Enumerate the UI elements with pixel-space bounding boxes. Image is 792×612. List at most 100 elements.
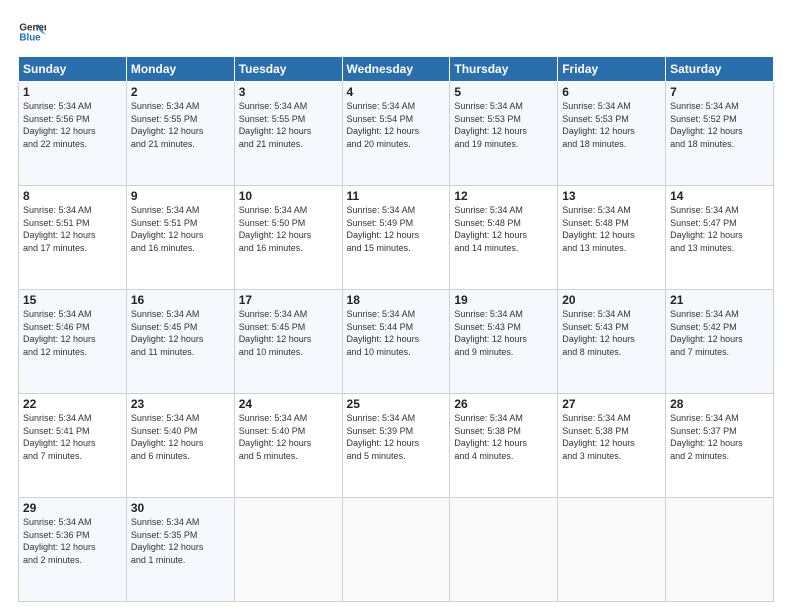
day-number: 28 bbox=[670, 397, 769, 411]
calendar-cell: 27Sunrise: 5:34 AM Sunset: 5:38 PM Dayli… bbox=[558, 394, 666, 498]
day-info: Sunrise: 5:34 AM Sunset: 5:56 PM Dayligh… bbox=[23, 100, 122, 150]
day-info: Sunrise: 5:34 AM Sunset: 5:49 PM Dayligh… bbox=[347, 204, 446, 254]
calendar-cell: 10Sunrise: 5:34 AM Sunset: 5:50 PM Dayli… bbox=[234, 186, 342, 290]
calendar-cell: 30Sunrise: 5:34 AM Sunset: 5:35 PM Dayli… bbox=[126, 498, 234, 602]
day-info: Sunrise: 5:34 AM Sunset: 5:45 PM Dayligh… bbox=[131, 308, 230, 358]
calendar-cell: 5Sunrise: 5:34 AM Sunset: 5:53 PM Daylig… bbox=[450, 82, 558, 186]
calendar-page: General Blue SundayMondayTuesdayWednesda… bbox=[0, 0, 792, 612]
day-info: Sunrise: 5:34 AM Sunset: 5:48 PM Dayligh… bbox=[454, 204, 553, 254]
day-number: 22 bbox=[23, 397, 122, 411]
calendar-cell bbox=[558, 498, 666, 602]
day-info: Sunrise: 5:34 AM Sunset: 5:52 PM Dayligh… bbox=[670, 100, 769, 150]
day-info: Sunrise: 5:34 AM Sunset: 5:36 PM Dayligh… bbox=[23, 516, 122, 566]
calendar-week-row: 8Sunrise: 5:34 AM Sunset: 5:51 PM Daylig… bbox=[19, 186, 774, 290]
calendar-cell bbox=[450, 498, 558, 602]
calendar-cell: 24Sunrise: 5:34 AM Sunset: 5:40 PM Dayli… bbox=[234, 394, 342, 498]
day-info: Sunrise: 5:34 AM Sunset: 5:35 PM Dayligh… bbox=[131, 516, 230, 566]
weekday-header-monday: Monday bbox=[126, 57, 234, 82]
day-info: Sunrise: 5:34 AM Sunset: 5:54 PM Dayligh… bbox=[347, 100, 446, 150]
calendar-cell: 6Sunrise: 5:34 AM Sunset: 5:53 PM Daylig… bbox=[558, 82, 666, 186]
day-info: Sunrise: 5:34 AM Sunset: 5:51 PM Dayligh… bbox=[131, 204, 230, 254]
day-number: 19 bbox=[454, 293, 553, 307]
calendar-cell: 28Sunrise: 5:34 AM Sunset: 5:37 PM Dayli… bbox=[666, 394, 774, 498]
calendar-cell: 21Sunrise: 5:34 AM Sunset: 5:42 PM Dayli… bbox=[666, 290, 774, 394]
weekday-header-sunday: Sunday bbox=[19, 57, 127, 82]
calendar-cell: 8Sunrise: 5:34 AM Sunset: 5:51 PM Daylig… bbox=[19, 186, 127, 290]
calendar-cell: 16Sunrise: 5:34 AM Sunset: 5:45 PM Dayli… bbox=[126, 290, 234, 394]
calendar-cell: 23Sunrise: 5:34 AM Sunset: 5:40 PM Dayli… bbox=[126, 394, 234, 498]
day-info: Sunrise: 5:34 AM Sunset: 5:55 PM Dayligh… bbox=[131, 100, 230, 150]
calendar-cell bbox=[666, 498, 774, 602]
day-number: 23 bbox=[131, 397, 230, 411]
day-info: Sunrise: 5:34 AM Sunset: 5:55 PM Dayligh… bbox=[239, 100, 338, 150]
calendar-week-row: 29Sunrise: 5:34 AM Sunset: 5:36 PM Dayli… bbox=[19, 498, 774, 602]
day-info: Sunrise: 5:34 AM Sunset: 5:38 PM Dayligh… bbox=[562, 412, 661, 462]
calendar-week-row: 15Sunrise: 5:34 AM Sunset: 5:46 PM Dayli… bbox=[19, 290, 774, 394]
day-number: 6 bbox=[562, 85, 661, 99]
calendar-cell: 2Sunrise: 5:34 AM Sunset: 5:55 PM Daylig… bbox=[126, 82, 234, 186]
calendar-cell bbox=[342, 498, 450, 602]
calendar-cell: 15Sunrise: 5:34 AM Sunset: 5:46 PM Dayli… bbox=[19, 290, 127, 394]
calendar-week-row: 22Sunrise: 5:34 AM Sunset: 5:41 PM Dayli… bbox=[19, 394, 774, 498]
day-number: 7 bbox=[670, 85, 769, 99]
calendar-cell: 4Sunrise: 5:34 AM Sunset: 5:54 PM Daylig… bbox=[342, 82, 450, 186]
calendar-week-row: 1Sunrise: 5:34 AM Sunset: 5:56 PM Daylig… bbox=[19, 82, 774, 186]
day-number: 14 bbox=[670, 189, 769, 203]
calendar-cell: 13Sunrise: 5:34 AM Sunset: 5:48 PM Dayli… bbox=[558, 186, 666, 290]
weekday-header-tuesday: Tuesday bbox=[234, 57, 342, 82]
day-number: 24 bbox=[239, 397, 338, 411]
calendar-cell: 25Sunrise: 5:34 AM Sunset: 5:39 PM Dayli… bbox=[342, 394, 450, 498]
day-info: Sunrise: 5:34 AM Sunset: 5:53 PM Dayligh… bbox=[454, 100, 553, 150]
day-info: Sunrise: 5:34 AM Sunset: 5:41 PM Dayligh… bbox=[23, 412, 122, 462]
day-number: 1 bbox=[23, 85, 122, 99]
day-number: 5 bbox=[454, 85, 553, 99]
day-number: 8 bbox=[23, 189, 122, 203]
calendar-cell: 9Sunrise: 5:34 AM Sunset: 5:51 PM Daylig… bbox=[126, 186, 234, 290]
calendar-cell: 26Sunrise: 5:34 AM Sunset: 5:38 PM Dayli… bbox=[450, 394, 558, 498]
day-info: Sunrise: 5:34 AM Sunset: 5:48 PM Dayligh… bbox=[562, 204, 661, 254]
day-info: Sunrise: 5:34 AM Sunset: 5:47 PM Dayligh… bbox=[670, 204, 769, 254]
day-number: 2 bbox=[131, 85, 230, 99]
day-number: 15 bbox=[23, 293, 122, 307]
day-info: Sunrise: 5:34 AM Sunset: 5:39 PM Dayligh… bbox=[347, 412, 446, 462]
weekday-header-thursday: Thursday bbox=[450, 57, 558, 82]
calendar-cell: 20Sunrise: 5:34 AM Sunset: 5:43 PM Dayli… bbox=[558, 290, 666, 394]
day-number: 9 bbox=[131, 189, 230, 203]
weekday-header-friday: Friday bbox=[558, 57, 666, 82]
day-number: 29 bbox=[23, 501, 122, 515]
day-number: 21 bbox=[670, 293, 769, 307]
day-number: 20 bbox=[562, 293, 661, 307]
day-number: 11 bbox=[347, 189, 446, 203]
day-info: Sunrise: 5:34 AM Sunset: 5:51 PM Dayligh… bbox=[23, 204, 122, 254]
calendar-cell: 3Sunrise: 5:34 AM Sunset: 5:55 PM Daylig… bbox=[234, 82, 342, 186]
calendar-cell: 29Sunrise: 5:34 AM Sunset: 5:36 PM Dayli… bbox=[19, 498, 127, 602]
day-number: 13 bbox=[562, 189, 661, 203]
calendar-cell: 22Sunrise: 5:34 AM Sunset: 5:41 PM Dayli… bbox=[19, 394, 127, 498]
day-number: 18 bbox=[347, 293, 446, 307]
header: General Blue bbox=[18, 18, 774, 46]
weekday-header-wednesday: Wednesday bbox=[342, 57, 450, 82]
calendar-cell: 14Sunrise: 5:34 AM Sunset: 5:47 PM Dayli… bbox=[666, 186, 774, 290]
day-number: 17 bbox=[239, 293, 338, 307]
day-info: Sunrise: 5:34 AM Sunset: 5:40 PM Dayligh… bbox=[131, 412, 230, 462]
day-info: Sunrise: 5:34 AM Sunset: 5:43 PM Dayligh… bbox=[454, 308, 553, 358]
day-info: Sunrise: 5:34 AM Sunset: 5:46 PM Dayligh… bbox=[23, 308, 122, 358]
day-info: Sunrise: 5:34 AM Sunset: 5:44 PM Dayligh… bbox=[347, 308, 446, 358]
calendar-table: SundayMondayTuesdayWednesdayThursdayFrid… bbox=[18, 56, 774, 602]
day-number: 3 bbox=[239, 85, 338, 99]
weekday-header-saturday: Saturday bbox=[666, 57, 774, 82]
day-info: Sunrise: 5:34 AM Sunset: 5:50 PM Dayligh… bbox=[239, 204, 338, 254]
svg-text:Blue: Blue bbox=[19, 32, 41, 43]
day-number: 30 bbox=[131, 501, 230, 515]
calendar-cell: 7Sunrise: 5:34 AM Sunset: 5:52 PM Daylig… bbox=[666, 82, 774, 186]
day-number: 10 bbox=[239, 189, 338, 203]
day-number: 25 bbox=[347, 397, 446, 411]
logo: General Blue bbox=[18, 18, 50, 46]
calendar-cell: 11Sunrise: 5:34 AM Sunset: 5:49 PM Dayli… bbox=[342, 186, 450, 290]
day-info: Sunrise: 5:34 AM Sunset: 5:42 PM Dayligh… bbox=[670, 308, 769, 358]
calendar-cell: 12Sunrise: 5:34 AM Sunset: 5:48 PM Dayli… bbox=[450, 186, 558, 290]
calendar-cell: 1Sunrise: 5:34 AM Sunset: 5:56 PM Daylig… bbox=[19, 82, 127, 186]
day-number: 12 bbox=[454, 189, 553, 203]
day-info: Sunrise: 5:34 AM Sunset: 5:45 PM Dayligh… bbox=[239, 308, 338, 358]
day-info: Sunrise: 5:34 AM Sunset: 5:38 PM Dayligh… bbox=[454, 412, 553, 462]
